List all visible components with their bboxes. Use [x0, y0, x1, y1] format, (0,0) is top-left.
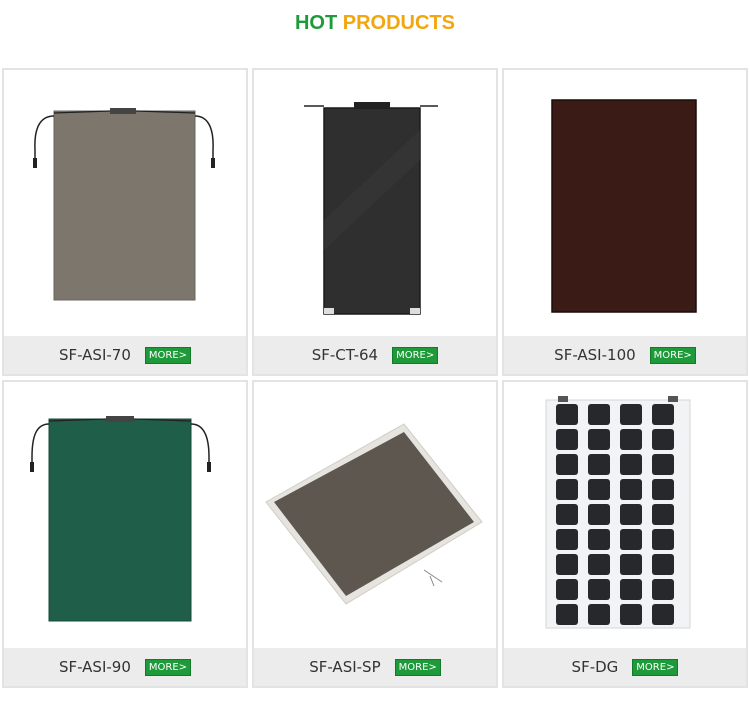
- more-button[interactable]: MORE>: [144, 658, 192, 676]
- solar-cell: [652, 404, 674, 425]
- solar-cell: [556, 529, 578, 550]
- product-image[interactable]: [4, 70, 246, 336]
- product-name[interactable]: SF-ASI-100: [554, 346, 635, 364]
- product-name[interactable]: SF-DG: [572, 658, 619, 676]
- product-card-sf-asi-100[interactable]: SF-ASI-100 MORE>: [502, 68, 748, 376]
- product-footer: SF-ASI-100 MORE>: [504, 336, 746, 374]
- solar-cell: [588, 579, 610, 600]
- solar-cell: [588, 429, 610, 450]
- more-button[interactable]: MORE>: [649, 346, 696, 364]
- product-footer: SF-ASI-90 MORE>: [4, 648, 246, 686]
- product-card-sf-ct-64[interactable]: SF-CT-64 MORE>: [252, 68, 498, 376]
- solar-cell: [556, 429, 578, 450]
- product-image[interactable]: [254, 382, 496, 648]
- solar-cell: [620, 454, 642, 475]
- product-name[interactable]: SF-CT-64: [312, 346, 378, 364]
- solar-cell: [620, 479, 642, 500]
- solar-cell: [588, 529, 610, 550]
- solar-cell: [620, 579, 642, 600]
- solar-cell: [588, 404, 610, 425]
- product-name[interactable]: SF-ASI-70: [59, 346, 131, 364]
- product-footer: SF-ASI-70 MORE>: [4, 336, 246, 374]
- product-image[interactable]: [254, 70, 496, 336]
- solar-cell: [652, 604, 674, 625]
- solar-cell: [588, 479, 610, 500]
- solar-cell: [588, 454, 610, 475]
- more-button[interactable]: MORE>: [392, 346, 439, 364]
- solar-cell: [556, 404, 578, 425]
- solar-cell: [588, 604, 610, 625]
- solar-cell: [652, 429, 674, 450]
- product-card-sf-asi-sp[interactable]: SF-ASI-SP MORE>: [252, 380, 498, 688]
- product-image[interactable]: [4, 382, 246, 648]
- solar-cell: [620, 554, 642, 575]
- section-heading: HOT PRODUCTS: [0, 10, 750, 36]
- product-card-sf-asi-90[interactable]: SF-ASI-90 MORE>: [2, 380, 248, 688]
- more-button[interactable]: MORE>: [632, 658, 679, 676]
- product-image[interactable]: [504, 70, 746, 336]
- solar-cell: [556, 454, 578, 475]
- heading-hot: HOT: [294, 12, 338, 34]
- solar-cell: [652, 504, 674, 525]
- solar-cell: [556, 504, 578, 525]
- more-button[interactable]: MORE>: [394, 658, 441, 676]
- solar-cell: [556, 579, 578, 600]
- product-name[interactable]: SF-ASI-SP: [309, 658, 380, 676]
- solar-cell: [620, 404, 642, 425]
- product-footer: SF-DG MORE>: [504, 648, 746, 686]
- solar-cell: [652, 579, 674, 600]
- solar-cell: [652, 529, 674, 550]
- product-footer: SF-ASI-SP MORE>: [254, 648, 496, 686]
- product-name[interactable]: SF-ASI-90: [59, 658, 131, 676]
- product-footer: SF-CT-64 MORE>: [254, 336, 496, 374]
- solar-cell: [620, 504, 642, 525]
- solar-cell: [588, 504, 610, 525]
- product-card-sf-asi-70[interactable]: SF-ASI-70 MORE>: [2, 68, 248, 376]
- solar-cell: [620, 529, 642, 550]
- solar-cell: [620, 429, 642, 450]
- solar-cell: [652, 479, 674, 500]
- solar-cell: [652, 554, 674, 575]
- solar-cell: [556, 604, 578, 625]
- heading-products: PRODUCTS: [342, 12, 455, 34]
- solar-cell: [556, 554, 578, 575]
- solar-cell: [556, 479, 578, 500]
- solar-cell: [588, 554, 610, 575]
- solar-cell: [652, 454, 674, 475]
- solar-cell: [620, 604, 642, 625]
- product-card-sf-dg[interactable]: SF-DG MORE>: [502, 380, 748, 688]
- product-image[interactable]: [504, 382, 746, 648]
- more-button[interactable]: MORE>: [144, 346, 192, 364]
